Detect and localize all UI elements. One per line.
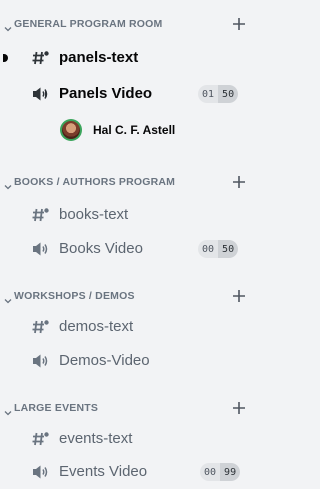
text-channel-icon bbox=[32, 431, 50, 447]
channel-name: Events Video bbox=[59, 463, 148, 480]
channel-panels-video[interactable]: Panels Video 01 50 bbox=[0, 81, 252, 107]
channel-name: panels-text bbox=[59, 49, 139, 66]
chevron-down-icon bbox=[4, 292, 12, 304]
chevron-down-icon bbox=[4, 404, 12, 416]
user-limit: 50 bbox=[218, 240, 239, 258]
category-large-events[interactable]: LARGE EVENTS bbox=[0, 400, 252, 420]
channel-demos-video[interactable]: Demos-Video bbox=[0, 348, 252, 374]
channel-name: Panels Video bbox=[59, 85, 153, 102]
avatar bbox=[60, 119, 82, 141]
channel-events-video[interactable]: Events Video 00 99 bbox=[0, 459, 252, 485]
channel-name: books-text bbox=[59, 206, 129, 223]
speaker-icon bbox=[32, 86, 50, 102]
category-label: LARGE EVENTS bbox=[14, 402, 99, 414]
category-books-authors-program[interactable]: BOOKS / AUTHORS PROGRAM bbox=[0, 174, 252, 194]
user-count: 01 bbox=[202, 88, 215, 100]
plus-icon[interactable] bbox=[232, 289, 246, 303]
channel-panels-text[interactable]: panels-text bbox=[0, 45, 252, 71]
channel-name: Demos-Video bbox=[59, 352, 150, 369]
plus-icon[interactable] bbox=[232, 17, 246, 31]
channel-books-text[interactable]: books-text bbox=[0, 202, 252, 228]
channel-name: Books Video bbox=[59, 240, 143, 257]
channel-name: demos-text bbox=[59, 318, 134, 335]
user-limit: 50 bbox=[218, 85, 239, 103]
user-count: 00 bbox=[202, 243, 215, 255]
channel-books-video[interactable]: Books Video 00 50 bbox=[0, 236, 252, 262]
speaker-icon bbox=[32, 353, 50, 369]
plus-icon[interactable] bbox=[232, 401, 246, 415]
user-limit: 99 bbox=[220, 463, 241, 481]
category-workshops-demos[interactable]: WORKSHOPS / DEMOS bbox=[0, 288, 252, 308]
category-label: BOOKS / AUTHORS PROGRAM bbox=[14, 176, 176, 188]
text-channel-icon bbox=[32, 207, 50, 223]
speaker-icon bbox=[32, 241, 50, 257]
text-channel-icon bbox=[32, 319, 50, 335]
user-count: 00 bbox=[204, 466, 217, 478]
voice-user[interactable]: Hal C. F. Astell bbox=[60, 117, 240, 143]
channel-events-text[interactable]: events-text bbox=[0, 426, 252, 452]
chevron-down-icon bbox=[4, 20, 12, 32]
user-limit-badge: 00 99 bbox=[200, 463, 241, 481]
plus-icon[interactable] bbox=[232, 175, 246, 189]
channel-demos-text[interactable]: demos-text bbox=[0, 314, 252, 340]
category-general-program-room[interactable]: GENERAL PROGRAM ROOM bbox=[0, 16, 252, 36]
category-label: WORKSHOPS / DEMOS bbox=[14, 290, 135, 302]
user-limit-badge: 00 50 bbox=[198, 240, 239, 258]
text-channel-icon bbox=[32, 50, 50, 66]
user-limit-badge: 01 50 bbox=[198, 85, 239, 103]
unread-indicator bbox=[3, 54, 8, 62]
chevron-down-icon bbox=[4, 178, 12, 190]
category-label: GENERAL PROGRAM ROOM bbox=[14, 18, 163, 30]
voice-user-name: Hal C. F. Astell bbox=[93, 123, 176, 137]
channel-name: events-text bbox=[59, 430, 133, 447]
speaker-icon bbox=[32, 464, 50, 480]
